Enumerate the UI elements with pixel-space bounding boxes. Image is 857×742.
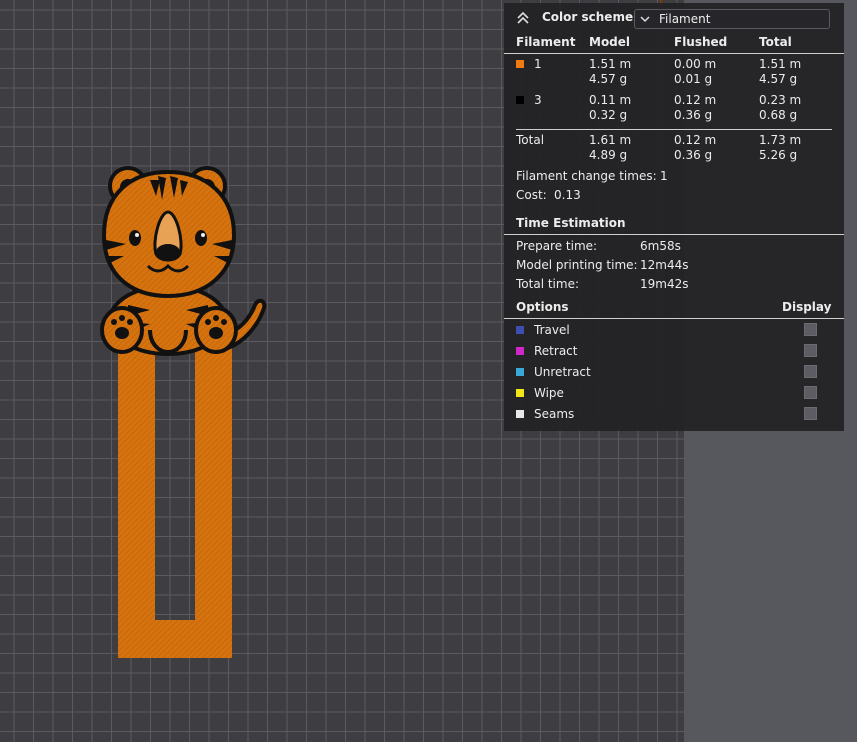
filament-1-flushed-weight: 0.01 g (674, 72, 713, 86)
options-title: Options (516, 300, 569, 314)
model-printing-time-value: 12m44s (640, 258, 689, 272)
filament-1-flushed-length: 0.00 m (674, 57, 717, 71)
filament-3-flushed-length: 0.12 m (674, 93, 717, 107)
cost-label: Cost: (516, 188, 547, 202)
filament-3-swatch (516, 96, 524, 104)
travel-display-checkbox[interactable] (804, 323, 817, 336)
filament-3-model-weight: 0.32 g (589, 108, 628, 122)
legend-panel: Color scheme Filament Filament Model Flu… (504, 3, 844, 431)
filament-1-total-length: 1.51 m (759, 57, 802, 71)
prepare-time-value: 6m58s (640, 239, 681, 253)
prepare-time-label: Prepare time: (516, 239, 598, 253)
model-printing-time-label: Model printing time: (516, 258, 638, 272)
total-model-weight: 4.89 g (589, 148, 628, 162)
filament-1-swatch (516, 60, 524, 68)
option-retract-label: Retract (534, 344, 578, 358)
filament-3-model-length: 0.11 m (589, 93, 632, 107)
filament-3-flushed-weight: 0.36 g (674, 108, 713, 122)
sliced-model-preview[interactable] (0, 0, 300, 742)
table-header-divider (504, 53, 844, 54)
options-divider (504, 318, 844, 319)
seams-display-checkbox[interactable] (804, 407, 817, 420)
filament-1-model-weight: 4.57 g (589, 72, 628, 86)
filament-1-id: 1 (534, 57, 542, 71)
col-header-model: Model (589, 35, 631, 49)
total-total-length: 1.73 m (759, 133, 802, 147)
color-scheme-dropdown[interactable]: Filament (634, 9, 830, 29)
total-time-value: 19m42s (640, 277, 689, 291)
color-scheme-label: Color scheme (542, 10, 634, 24)
option-seams-label: Seams (534, 407, 575, 421)
total-divider (516, 129, 832, 130)
total-time-label: Total time: (516, 277, 579, 291)
option-unretract-label: Unretract (534, 365, 591, 379)
total-flushed-length: 0.12 m (674, 133, 717, 147)
col-header-flushed: Flushed (674, 35, 728, 49)
col-header-total: Total (759, 35, 792, 49)
filament-1-model-length: 1.51 m (589, 57, 632, 71)
travel-swatch (516, 326, 524, 334)
time-estimation-title: Time Estimation (516, 216, 626, 230)
filament-3-total-weight: 0.68 g (759, 108, 798, 122)
filament-3-id: 3 (534, 93, 542, 107)
unretract-display-checkbox[interactable] (804, 365, 817, 378)
total-flushed-weight: 0.36 g (674, 148, 713, 162)
total-label: Total (516, 133, 545, 147)
col-header-filament: Filament (516, 35, 576, 49)
bookmark-body (118, 330, 232, 658)
retract-display-checkbox[interactable] (804, 344, 817, 357)
time-estimation-divider (504, 234, 844, 235)
total-total-weight: 5.26 g (759, 148, 798, 162)
option-wipe-label: Wipe (534, 386, 564, 400)
filament-change-value: 1 (660, 169, 668, 183)
chevrons-up-icon[interactable] (516, 11, 530, 25)
unretract-swatch (516, 368, 524, 376)
filament-1-total-weight: 4.57 g (759, 72, 798, 86)
seams-swatch (516, 410, 524, 418)
chevron-down-icon (640, 16, 650, 23)
retract-swatch (516, 347, 524, 355)
color-scheme-value: Filament (659, 12, 711, 26)
cost-value: 0.13 (554, 188, 581, 202)
option-travel-label: Travel (534, 323, 570, 337)
display-column-label: Display (782, 300, 832, 314)
wipe-swatch (516, 389, 524, 397)
tiger-figure (100, 166, 267, 356)
wipe-display-checkbox[interactable] (804, 386, 817, 399)
filament-3-total-length: 0.23 m (759, 93, 802, 107)
filament-change-label: Filament change times: (516, 169, 657, 183)
total-model-length: 1.61 m (589, 133, 632, 147)
